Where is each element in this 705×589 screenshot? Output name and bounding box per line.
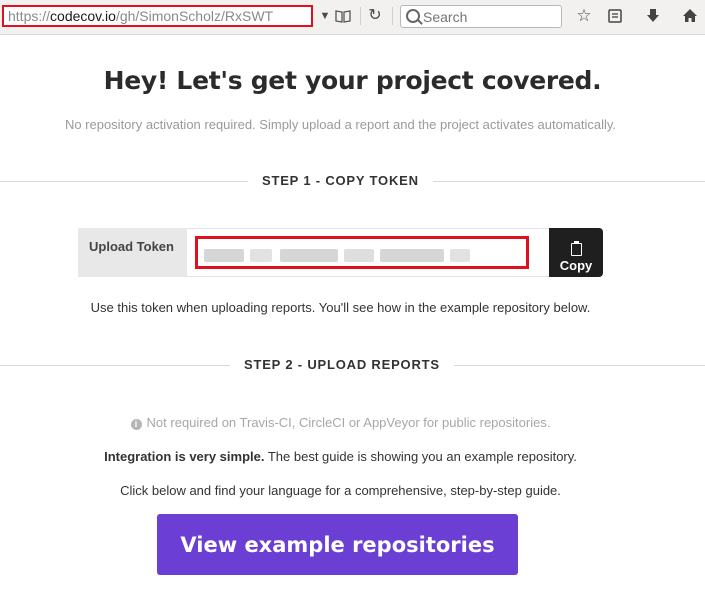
token-redacted: [344, 249, 374, 262]
copy-button-label: Copy: [559, 258, 593, 273]
url-protocol: https://: [8, 8, 51, 24]
search-icon: [406, 9, 420, 23]
token-hint: Use this token when uploading reports. Y…: [90, 300, 591, 315]
info-note: i Not required on Travis-CI, CircleCI or …: [0, 415, 681, 430]
toolbar-divider: [360, 7, 361, 25]
step1-heading: STEP 1 - COPY TOKEN: [248, 173, 433, 188]
url-host: codecov.io: [50, 8, 116, 24]
reader-view-icon[interactable]: [333, 6, 353, 26]
download-icon[interactable]: [643, 6, 663, 26]
token-highlight: [195, 236, 529, 269]
page-title: Hey! Let's get your project covered.: [103, 66, 602, 95]
bookmark-star-icon[interactable]: ☆: [574, 6, 594, 26]
upload-token-label: Upload Token: [78, 228, 187, 277]
chevron-down-icon[interactable]: ▼: [315, 6, 335, 26]
search-input[interactable]: [423, 7, 558, 26]
integration-rest: The best guide is showing you an example…: [264, 449, 577, 464]
toolbar-divider: [392, 7, 393, 25]
copy-token-button[interactable]: Copy: [549, 228, 603, 277]
reload-icon[interactable]: ↻: [365, 6, 385, 26]
token-redacted: [250, 249, 272, 262]
integration-text: Integration is very simple. The best gui…: [0, 449, 681, 464]
view-example-repositories-button[interactable]: View example repositories: [157, 514, 518, 575]
token-group: Upload Token Copy: [78, 228, 603, 277]
info-note-text: Not required on Travis-CI, CircleCI or A…: [146, 415, 551, 430]
bookmarks-list-icon[interactable]: [605, 6, 625, 26]
step2-heading: STEP 2 - UPLOAD REPORTS: [230, 357, 454, 372]
home-icon[interactable]: [680, 6, 700, 26]
token-redacted: [280, 249, 338, 262]
browser-toolbar: https://codecov.io/gh/SimonScholz/RxSWT …: [0, 0, 705, 35]
info-icon: i: [130, 419, 142, 430]
token-redacted: [450, 249, 470, 262]
url-bar[interactable]: https://codecov.io/gh/SimonScholz/RxSWT: [2, 5, 313, 27]
page-subtitle: No repository activation required. Simpl…: [64, 117, 617, 132]
search-box[interactable]: [400, 5, 562, 28]
integration-bold: Integration is very simple.: [104, 449, 265, 464]
clipboard-icon: [570, 241, 582, 256]
guide-text: Click below and find your language for a…: [120, 483, 561, 498]
token-redacted: [204, 249, 244, 262]
token-redacted: [380, 249, 444, 262]
url-path: /gh/SimonScholz/RxSWT: [115, 8, 274, 24]
